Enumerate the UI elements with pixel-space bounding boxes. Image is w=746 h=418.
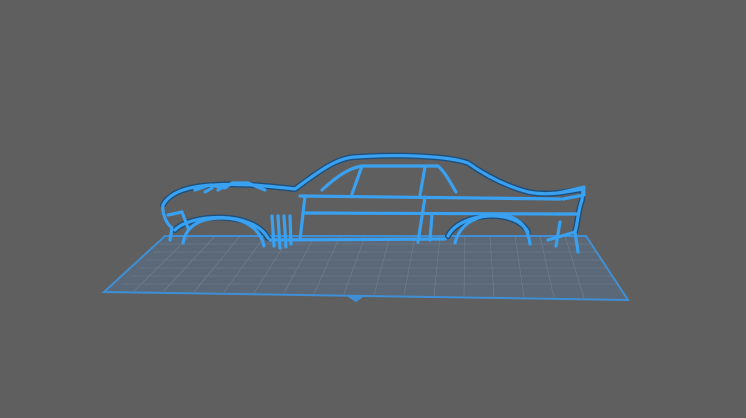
car-nose: [161, 203, 174, 242]
origin-marker: [345, 295, 366, 302]
viewport-scene[interactable]: [0, 0, 746, 418]
3d-viewport[interactable]: [0, 0, 746, 418]
car-window: [320, 164, 458, 194]
build-plate: [101, 235, 630, 302]
